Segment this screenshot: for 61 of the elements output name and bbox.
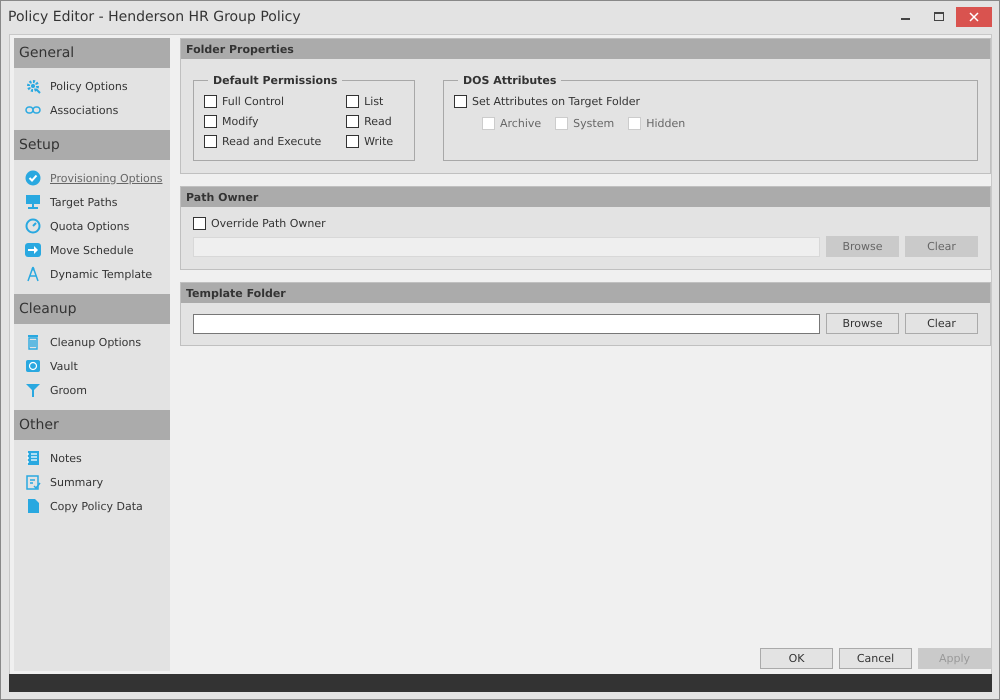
sidebar-item[interactable]: Copy Policy Data (14, 494, 170, 518)
checkbox-label: Modify (222, 115, 258, 128)
group-title: DOS Attributes (462, 74, 558, 87)
sidebar-item[interactable]: Notes (14, 446, 170, 470)
funnel-icon (25, 382, 41, 398)
sidebar-item[interactable]: Target Paths (14, 190, 170, 214)
sidebar-item[interactable]: Summary (14, 470, 170, 494)
sidebar-item[interactable]: Policy Options (14, 74, 170, 98)
checkbox-label: Hidden (646, 117, 686, 130)
gear-icon (25, 78, 41, 94)
sidebar-item[interactable]: Vault (14, 354, 170, 378)
check-circle-icon (25, 170, 41, 186)
gauge-icon (25, 218, 41, 234)
sidebar-item[interactable]: Associations (14, 98, 170, 122)
close-button[interactable] (956, 6, 992, 26)
checkbox-label: Full Control (222, 95, 284, 108)
compass-icon (25, 266, 41, 282)
panel-header: Path Owner (181, 187, 990, 207)
checkbox[interactable] (346, 135, 360, 148)
checkbox[interactable] (454, 95, 467, 108)
section-header: Other (14, 410, 170, 440)
checkbox-label: Archive (500, 117, 542, 130)
checkbox[interactable] (204, 115, 217, 128)
maximize-icon (934, 12, 944, 21)
close-icon (969, 12, 979, 22)
button[interactable]: Clear (905, 313, 978, 334)
sidebar-item[interactable]: Move Schedule (14, 238, 170, 262)
group-title: Default Permissions (212, 74, 338, 87)
monitor-icon (25, 194, 41, 210)
window-title: Policy Editor - Henderson HR Group Policy (8, 8, 302, 24)
section-header: Cleanup (14, 294, 170, 324)
section-header: Setup (14, 130, 170, 160)
checkbox[interactable] (346, 95, 360, 108)
checkbox[interactable] (193, 217, 206, 230)
button[interactable]: OK (760, 648, 833, 669)
checkbox-label: List (364, 95, 384, 108)
safe-icon (25, 358, 41, 374)
sidebar-item[interactable]: Cleanup Options (14, 330, 170, 354)
checkbox[interactable] (346, 115, 360, 128)
notepad-icon (25, 450, 41, 466)
sidebar-item[interactable]: Quota Options (14, 214, 170, 238)
clipboard-icon (25, 474, 41, 490)
checkbox-label: Read (364, 115, 392, 128)
document-icon (25, 498, 41, 514)
sidebar-item[interactable]: Groom (14, 378, 170, 402)
button[interactable]: Browse (826, 313, 899, 334)
section-header: General (14, 38, 170, 68)
sidebar-item[interactable]: Provisioning Options (14, 166, 170, 190)
sidebar-item[interactable]: Dynamic Template (14, 262, 170, 286)
checkbox[interactable] (204, 135, 217, 148)
checkbox-label: Set Attributes on Target Folder (472, 95, 640, 108)
checkbox-label: System (573, 117, 614, 130)
panel-header: Template Folder (181, 283, 990, 303)
button[interactable]: Cancel (839, 648, 912, 669)
checkbox-label: Write (364, 135, 394, 148)
panel-header: Folder Properties (181, 39, 990, 59)
template-folder-field[interactable] (193, 314, 820, 334)
checkbox[interactable] (204, 95, 217, 108)
trash-icon (25, 334, 41, 350)
checkbox-label: Read and Execute (222, 135, 322, 148)
checkbox-label: Override Path Owner (211, 217, 326, 230)
